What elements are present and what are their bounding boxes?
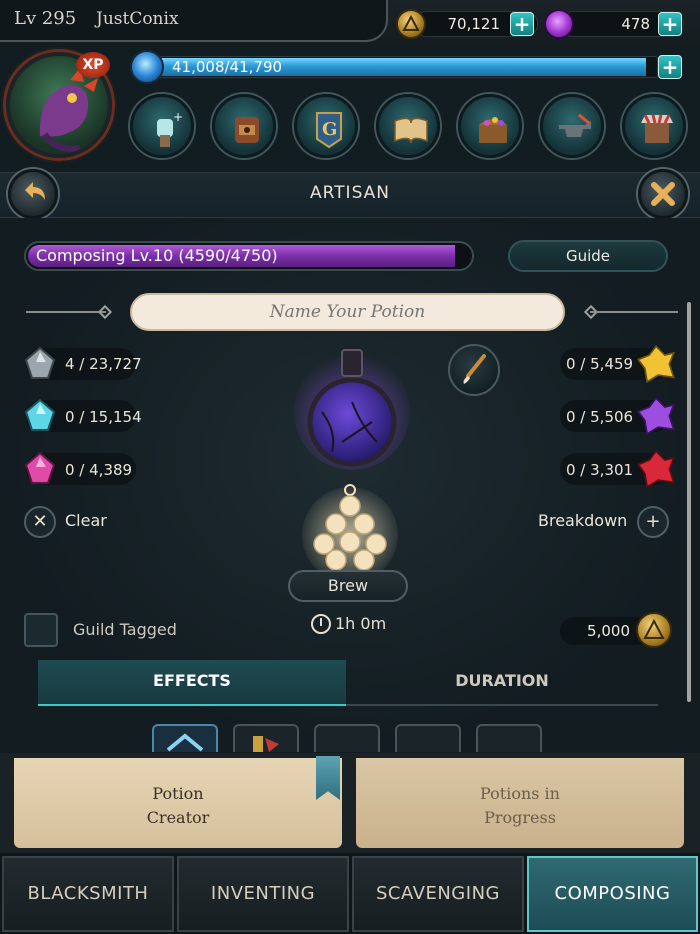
tab-effects[interactable]: EFFECTS: [38, 660, 346, 706]
potion-bottle-icon: [294, 349, 410, 470]
gold-crystal-icon: [636, 344, 676, 384]
potion-creator-tab[interactable]: Potion Creator: [14, 758, 342, 848]
ingredient-count: 4 / 23,727: [65, 355, 142, 373]
backpack-icon[interactable]: [212, 94, 276, 158]
cyan-crystal-icon: [24, 398, 56, 431]
brew-button[interactable]: Brew: [288, 570, 408, 602]
clear-label[interactable]: Clear: [65, 511, 107, 530]
add-xp-button[interactable]: +: [658, 55, 682, 79]
red-crystal-icon: [636, 449, 676, 489]
gold-coin-icon: [636, 612, 672, 648]
ingredient-count: 0 / 3,301: [566, 461, 634, 479]
effect-slot[interactable]: [314, 724, 380, 752]
ingredient-count: 0 / 4,389: [65, 461, 133, 479]
potions-in-progress-tab[interactable]: Potions in Progress: [356, 758, 684, 848]
purple-gem-icon: [544, 9, 574, 39]
xp-orb-icon: [130, 50, 164, 84]
tab-duration[interactable]: DURATION: [346, 660, 658, 706]
guide-button[interactable]: Guide: [508, 240, 668, 272]
gem-value: 478: [621, 15, 650, 33]
grey-crystal-icon: [24, 346, 56, 379]
clear-button[interactable]: ✕: [24, 506, 56, 538]
composing-level-label: Composing Lv.10 (4590/4750): [36, 246, 278, 265]
pink-crystal-icon: [24, 451, 56, 484]
xp-badge: XP: [76, 52, 110, 78]
gold-value: 70,121: [447, 15, 501, 33]
potion-creator-label-line2: Creator: [146, 808, 210, 827]
nav-inventing[interactable]: INVENTING: [177, 856, 349, 932]
nav-composing[interactable]: COMPOSING: [527, 856, 698, 932]
spellbook-icon[interactable]: [376, 94, 440, 158]
breakdown-button[interactable]: +: [637, 506, 669, 538]
close-icon: [651, 182, 675, 206]
effect-slot[interactable]: [233, 724, 299, 752]
divider: [26, 311, 106, 313]
player-name: JustConix: [96, 9, 179, 29]
effect-slot[interactable]: [152, 724, 218, 752]
page-title: ARTISAN: [309, 183, 391, 203]
back-arrow-icon: [25, 182, 45, 200]
effect-slot[interactable]: [395, 724, 461, 752]
potions-progress-label-line1: Potions in: [480, 784, 560, 803]
close-button[interactable]: [638, 169, 688, 219]
add-gems-button[interactable]: +: [658, 12, 682, 36]
guild-banner-icon[interactable]: G: [294, 94, 358, 158]
fist-icon[interactable]: +: [130, 94, 194, 158]
ingredient-count: 0 / 5,459: [566, 355, 634, 373]
xp-text: 41,008/41,790: [172, 58, 283, 76]
nav-scavenging[interactable]: SCAVENGING: [352, 856, 524, 932]
purple-crystal-icon: [636, 396, 676, 436]
effect-slot[interactable]: [476, 724, 542, 752]
ingredient-count: 0 / 5,506: [566, 408, 634, 426]
shop-icon[interactable]: [622, 94, 686, 158]
nav-blacksmith[interactable]: BLACKSMITH: [2, 856, 174, 932]
add-gold-button[interactable]: +: [510, 12, 534, 36]
svg-text:G: G: [322, 119, 337, 140]
treasure-chest-icon[interactable]: [458, 94, 522, 158]
scrollbar[interactable]: [687, 302, 691, 702]
player-level: Lv 295: [14, 8, 77, 29]
gold-coin-icon: [396, 9, 426, 39]
svg-text:+: +: [173, 110, 183, 124]
potion-name-input[interactable]: [130, 293, 565, 331]
brew-duration: 1h 0m: [335, 614, 387, 633]
guild-tagged-checkbox[interactable]: [24, 613, 58, 647]
divider: [590, 311, 678, 313]
brew-cost-value: 5,000: [587, 622, 630, 640]
potion-creator-label-line1: Potion: [152, 784, 204, 803]
breakdown-label[interactable]: Breakdown: [538, 511, 627, 530]
paintbrush-button[interactable]: [448, 344, 500, 396]
paintbrush-icon: [463, 354, 486, 384]
ingredient-count: 0 / 15,154: [65, 408, 142, 426]
potions-progress-label-line2: Progress: [484, 808, 556, 827]
guild-tagged-label: Guild Tagged: [73, 620, 177, 639]
clock-icon: [311, 614, 331, 634]
back-button[interactable]: [8, 169, 58, 219]
anvil-icon[interactable]: [540, 94, 604, 158]
brew-molecule-icon: [302, 484, 398, 580]
